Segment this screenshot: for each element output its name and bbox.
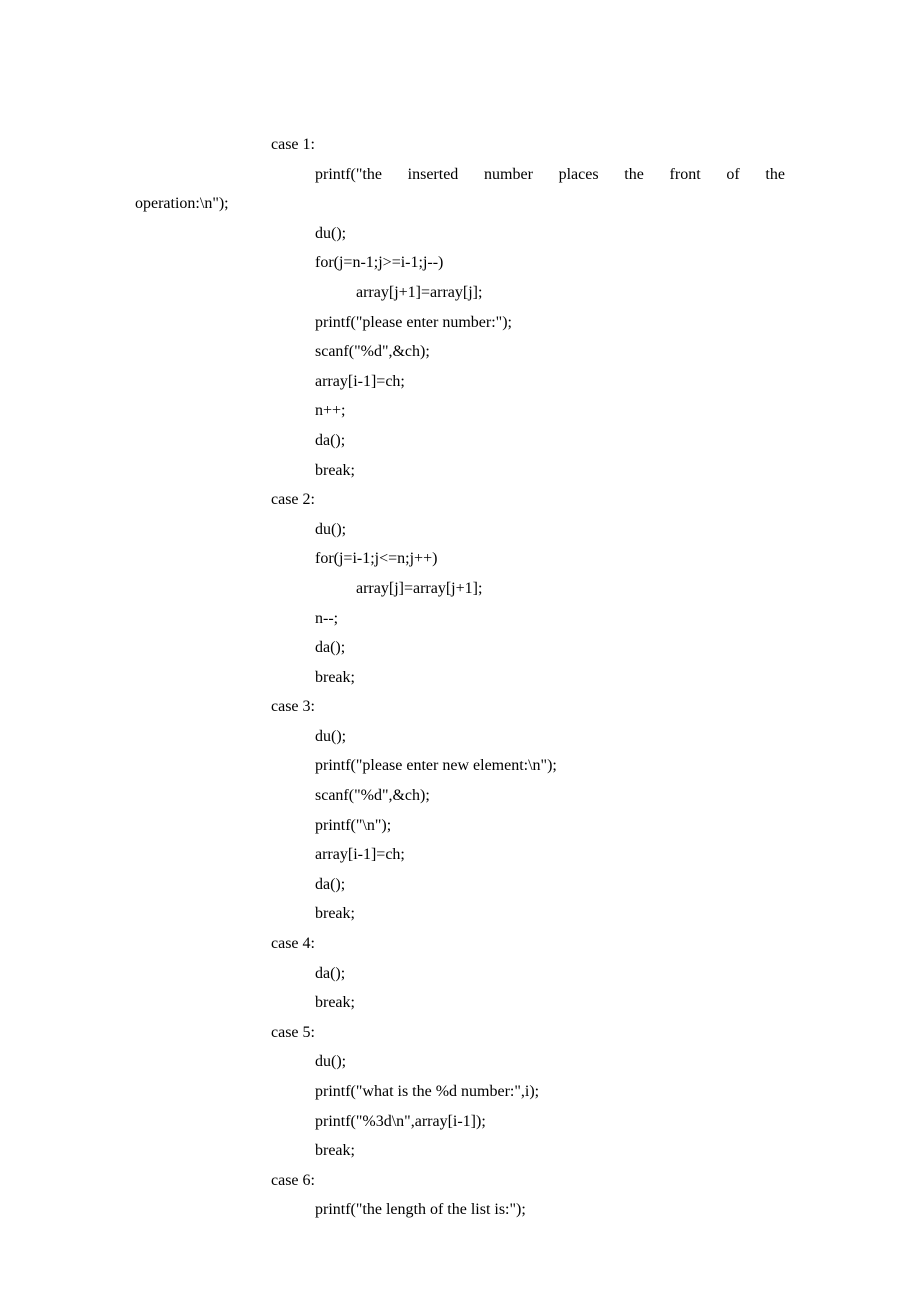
code-line: printf("what is the %d number:",i); bbox=[135, 1077, 785, 1107]
code-line: array[j+1]=array[j]; bbox=[135, 278, 785, 308]
code-line: n--; bbox=[135, 604, 785, 634]
code-line: case 1: bbox=[135, 130, 785, 160]
code-line: array[j]=array[j+1]; bbox=[135, 574, 785, 604]
code-line: break; bbox=[135, 988, 785, 1018]
code-line: da(); bbox=[135, 959, 785, 989]
code-line: printf("the length of the list is:"); bbox=[135, 1195, 785, 1225]
code-line: printf("please enter number:"); bbox=[135, 308, 785, 338]
document-page: case 1:printf("theinsertednumberplacesth… bbox=[0, 0, 920, 1300]
code-line: break; bbox=[135, 1136, 785, 1166]
code-line: printf("\n"); bbox=[135, 811, 785, 841]
code-line: case 4: bbox=[135, 929, 785, 959]
code-line: du(); bbox=[135, 515, 785, 545]
code-line: printf("theinsertednumberplacesthefronto… bbox=[135, 160, 785, 190]
code-line: case 2: bbox=[135, 485, 785, 515]
code-line: for(j=n-1;j>=i-1;j--) bbox=[135, 248, 785, 278]
code-line: for(j=i-1;j<=n;j++) bbox=[135, 544, 785, 574]
code-line: case 6: bbox=[135, 1166, 785, 1196]
code-line: scanf("%d",&ch); bbox=[135, 781, 785, 811]
code-line: da(); bbox=[135, 870, 785, 900]
code-line: scanf("%d",&ch); bbox=[135, 337, 785, 367]
code-line: da(); bbox=[135, 633, 785, 663]
code-line: operation:\n"); bbox=[135, 189, 785, 219]
code-line: printf("%3d\n",array[i-1]); bbox=[135, 1107, 785, 1137]
code-line: break; bbox=[135, 663, 785, 693]
code-line: du(); bbox=[135, 219, 785, 249]
code-line: printf("please enter new element:\n"); bbox=[135, 751, 785, 781]
code-line: break; bbox=[135, 899, 785, 929]
code-line: case 5: bbox=[135, 1018, 785, 1048]
code-line: du(); bbox=[135, 1047, 785, 1077]
code-line: n++; bbox=[135, 396, 785, 426]
code-line: da(); bbox=[135, 426, 785, 456]
code-line: case 3: bbox=[135, 692, 785, 722]
code-line: array[i-1]=ch; bbox=[135, 840, 785, 870]
code-line: array[i-1]=ch; bbox=[135, 367, 785, 397]
code-line: break; bbox=[135, 456, 785, 486]
code-line: du(); bbox=[135, 722, 785, 752]
